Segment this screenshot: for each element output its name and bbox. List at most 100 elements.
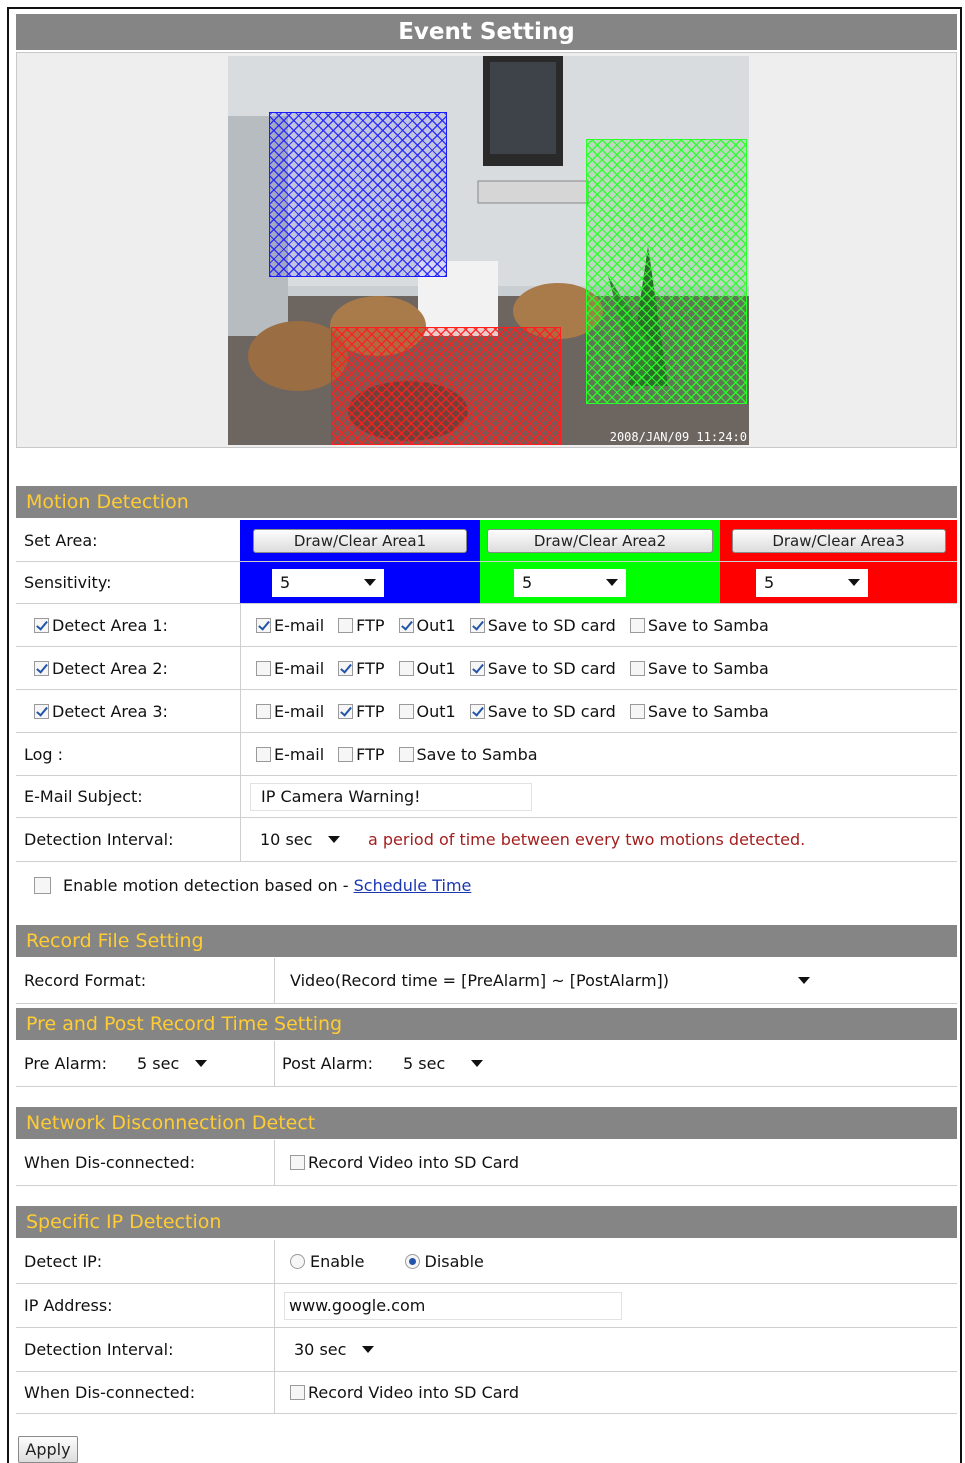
motion-interval-row: Detection Interval: 10 sec a period of t… xyxy=(16,818,957,862)
detect-area-1-checkbox[interactable] xyxy=(34,617,49,633)
detect-area-3-toggle[interactable]: Detect Area 3: xyxy=(16,690,240,732)
detect-ip-enable-option[interactable]: Enable xyxy=(290,1252,365,1271)
draw-clear-area1-button[interactable]: Draw/Clear Area1 xyxy=(253,528,467,553)
sd-label: Save to SD card xyxy=(487,615,616,635)
record-format-row: Record Format: Video(Record time = [PreA… xyxy=(16,958,957,1004)
email-subject-input[interactable]: IP Camera Warning! xyxy=(250,782,532,811)
area2-email-checkbox[interactable] xyxy=(256,660,271,676)
schedule-row: Enable motion detection based on - Sched… xyxy=(16,862,957,908)
area3-out1-checkbox[interactable] xyxy=(398,703,414,719)
area3-email-checkbox[interactable] xyxy=(256,703,271,719)
detect-area-3-overlay[interactable] xyxy=(331,327,561,445)
area1-samba-checkbox[interactable] xyxy=(629,617,645,633)
samba-label: Save to Samba xyxy=(416,744,538,764)
pre-alarm-select[interactable]: 5 sec xyxy=(129,1049,215,1078)
page-title: Event Setting xyxy=(16,14,957,50)
draw-clear-area2-button[interactable]: Draw/Clear Area2 xyxy=(487,528,713,553)
log-email-option[interactable]: E-mail xyxy=(256,745,324,764)
log-samba-checkbox[interactable] xyxy=(398,746,414,762)
chevron-down-icon xyxy=(798,977,810,984)
detect-ip-disable-radio[interactable] xyxy=(404,1254,420,1269)
network-record-checkbox[interactable] xyxy=(290,1155,305,1170)
divider xyxy=(274,1328,275,1371)
schedule-cell: Enable motion detection based on - Sched… xyxy=(34,862,471,908)
detect-area-3-checkbox[interactable] xyxy=(34,703,49,719)
sensitivity-area2-select[interactable]: 5 xyxy=(514,568,626,597)
sensitivity-area3-cell: 5 xyxy=(720,562,957,603)
post-alarm-value: 5 sec xyxy=(403,1054,446,1073)
schedule-checkbox[interactable] xyxy=(34,876,51,894)
camera-view[interactable]: 2008/JAN/09 11:24:0 xyxy=(228,56,749,445)
detect-area-2-checkbox[interactable] xyxy=(34,660,49,676)
area1-out1-checkbox[interactable] xyxy=(398,617,414,633)
detect-area-1-overlay[interactable] xyxy=(269,112,447,277)
area2-out1-option[interactable]: Out1 xyxy=(398,659,456,678)
area3-cell: Draw/Clear Area3 xyxy=(720,520,957,561)
ip-record-option[interactable]: Record Video into SD Card xyxy=(290,1372,519,1413)
area2-sd-checkbox[interactable] xyxy=(469,660,485,676)
motion-interval-select[interactable]: 10 sec xyxy=(252,825,348,854)
network-record-option[interactable]: Record Video into SD Card xyxy=(290,1140,519,1185)
ip-address-input[interactable]: www.google.com xyxy=(284,1291,622,1320)
pre-alarm-cell: Pre Alarm: 5 sec xyxy=(16,1041,274,1086)
sensitivity-area1-select[interactable]: 5 xyxy=(272,568,384,597)
area2-samba-option[interactable]: Save to Samba xyxy=(629,659,769,678)
detect-ip-disable-option[interactable]: Disable xyxy=(404,1252,484,1271)
ip-interval-select[interactable]: 30 sec xyxy=(286,1335,382,1364)
motion-interval-value: 10 sec xyxy=(260,830,313,849)
schedule-time-link[interactable]: Schedule Time xyxy=(354,876,472,895)
sd-label: Save to SD card xyxy=(487,658,616,678)
detect-area-1-toggle[interactable]: Detect Area 1: xyxy=(16,604,240,646)
out1-label: Out1 xyxy=(416,701,456,721)
area1-samba-option[interactable]: Save to Samba xyxy=(629,616,769,635)
detect-ip-label: Detect IP: xyxy=(24,1252,103,1271)
log-ftp-checkbox[interactable] xyxy=(338,746,354,762)
area1-ftp-checkbox[interactable] xyxy=(338,617,354,633)
area1-out1-option[interactable]: Out1 xyxy=(398,616,456,635)
area2-samba-checkbox[interactable] xyxy=(629,660,645,676)
area3-samba-option[interactable]: Save to Samba xyxy=(629,702,769,721)
detect-area-2-row: Detect Area 2: E-mail FTP Out1 Save to S… xyxy=(16,647,957,690)
area3-email-option[interactable]: E-mail xyxy=(256,702,324,721)
apply-button[interactable]: Apply xyxy=(18,1436,78,1463)
pre-alarm-label: Pre Alarm: xyxy=(24,1054,107,1073)
area2-email-option[interactable]: E-mail xyxy=(256,659,324,678)
area3-ftp-option[interactable]: FTP xyxy=(338,702,385,721)
area2-out1-checkbox[interactable] xyxy=(398,660,414,676)
email-label: E-mail xyxy=(274,701,325,721)
chevron-down-icon xyxy=(471,1060,484,1067)
email-label: E-mail xyxy=(274,744,325,764)
detect-area-2-overlay[interactable] xyxy=(586,139,747,404)
area1-sd-option[interactable]: Save to SD card xyxy=(469,615,616,635)
detect-area-2-toggle[interactable]: Detect Area 2: xyxy=(16,647,240,689)
ip-interval-row: Detection Interval: 30 sec xyxy=(16,1328,957,1372)
area3-out1-option[interactable]: Out1 xyxy=(398,701,456,721)
area1-sd-checkbox[interactable] xyxy=(469,617,485,633)
divider xyxy=(274,1041,275,1086)
ip-record-checkbox[interactable] xyxy=(290,1385,305,1400)
log-email-checkbox[interactable] xyxy=(256,746,271,762)
email-label: E-mail xyxy=(274,658,325,678)
area1-cell: Draw/Clear Area1 xyxy=(240,520,480,561)
area2-ftp-option[interactable]: FTP xyxy=(338,659,385,678)
ip-record-label: Record Video into SD Card xyxy=(308,1383,520,1402)
record-format-select[interactable]: Video(Record time = [PreAlarm] ~ [PostAl… xyxy=(282,966,818,995)
sensitivity-area3-value: 5 xyxy=(764,573,775,592)
record-file-header: Record File Setting xyxy=(16,925,957,957)
area1-email-checkbox[interactable] xyxy=(256,617,271,633)
area3-ftp-checkbox[interactable] xyxy=(338,703,354,719)
area3-sd-checkbox[interactable] xyxy=(469,703,485,719)
area3-sd-option[interactable]: Save to SD card xyxy=(469,702,616,721)
area1-ftp-option[interactable]: FTP xyxy=(338,616,385,635)
log-ftp-option[interactable]: FTP xyxy=(338,745,385,764)
detect-ip-enable-radio[interactable] xyxy=(290,1254,305,1269)
area2-ftp-checkbox[interactable] xyxy=(338,660,354,676)
area1-email-option[interactable]: E-mail xyxy=(256,616,324,635)
draw-clear-area3-button[interactable]: Draw/Clear Area3 xyxy=(731,528,946,553)
detect-area-2-label: Detect Area 2: xyxy=(52,658,168,678)
sensitivity-area3-select[interactable]: 5 xyxy=(756,568,868,597)
area2-sd-option[interactable]: Save to SD card xyxy=(469,658,616,678)
log-samba-option[interactable]: Save to Samba xyxy=(398,744,538,764)
area3-samba-checkbox[interactable] xyxy=(629,703,645,719)
post-alarm-select[interactable]: 5 sec xyxy=(395,1049,492,1078)
